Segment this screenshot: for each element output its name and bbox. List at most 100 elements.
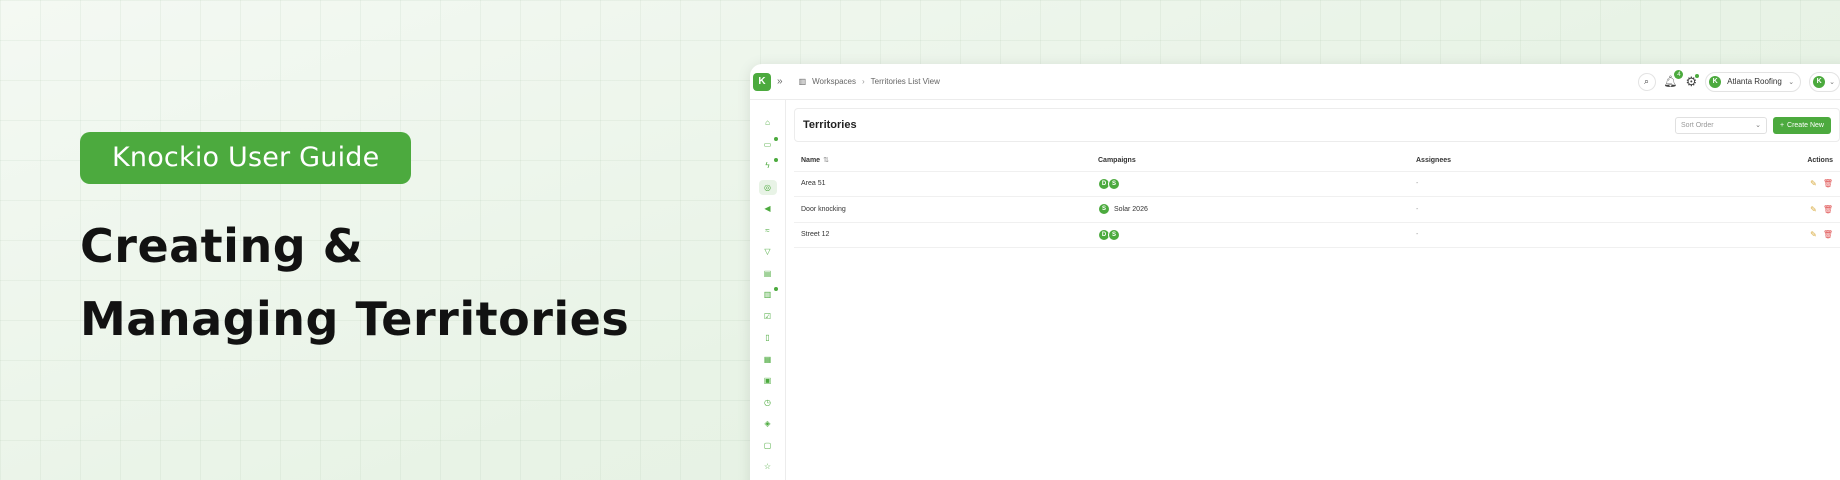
sidebar-item-calendar[interactable]: ▣: [759, 373, 777, 389]
territory-campaigns: S Solar 2026: [1091, 196, 1409, 223]
sort-order-select[interactable]: Sort Order ⌄: [1674, 116, 1767, 134]
delete-icon[interactable]: 🗑︎: [1823, 230, 1833, 239]
territory-name[interactable]: Area 51: [794, 171, 1091, 197]
breadcrumb-current: Territories List View: [870, 77, 940, 86]
app-window: K » ▥ Workspaces › Territories List View…: [750, 64, 1840, 480]
header-actions: Sort Order ⌄ + Create New: [1674, 116, 1831, 134]
sidebar-item-tasks[interactable]: ☑: [759, 309, 777, 325]
page-header: Territories Sort Order ⌄ + Create New: [794, 108, 1840, 142]
edit-icon[interactable]: ✎: [1810, 179, 1817, 188]
campaign-chip[interactable]: S: [1108, 177, 1120, 190]
sidebar-item-favorites[interactable]: ☆: [759, 459, 777, 475]
sidebar-item-reports[interactable]: ▥: [759, 287, 778, 303]
table-row[interactable]: Door knocking S Solar 2026 - ✎ 🗑︎: [794, 196, 1840, 223]
delete-icon[interactable]: 🗑︎: [1823, 205, 1833, 214]
breadcrumb-workspaces[interactable]: Workspaces: [812, 77, 856, 86]
filter-icon: ▽: [764, 247, 771, 257]
territories-table: Name ⇅ Campaigns Assignees Actions Area 5…: [794, 150, 1840, 248]
campaign-label: Solar 2026: [1114, 205, 1148, 213]
action-buttons: ✎ 🗑︎: [1810, 205, 1833, 214]
checkbox-icon: ☑: [763, 311, 772, 321]
column-header-campaigns: Campaigns: [1091, 150, 1409, 172]
bar-chart-icon: ▥: [763, 290, 772, 300]
search-icon: ⌕: [1643, 76, 1650, 86]
calendar-icon: ▣: [763, 376, 772, 386]
create-new-button[interactable]: + Create New: [1772, 116, 1831, 134]
campaign-chip[interactable]: S: [1108, 228, 1120, 241]
chevron-down-icon: ⌄: [1788, 78, 1795, 86]
sidebar-item-documents[interactable]: ▢: [759, 438, 777, 454]
territory-campaigns: DS: [1091, 171, 1409, 197]
sidebar-item-filters[interactable]: ▽: [759, 244, 777, 260]
campaign-chip[interactable]: S: [1098, 203, 1110, 216]
table-row[interactable]: Street 12 D S - ✎ 🗑︎: [794, 222, 1840, 248]
settings-indicator: [1695, 73, 1700, 78]
sidebar-item-inbox[interactable]: ▤: [759, 266, 777, 282]
indicator-dot: [773, 136, 778, 141]
home-icon: ⌂: [765, 118, 770, 128]
expand-sidebar-icon[interactable]: »: [777, 76, 783, 87]
sidebar-item-workspaces[interactable]: ▭: [759, 136, 778, 153]
headline-line-1: Creating &: [80, 219, 364, 273]
user-menu[interactable]: K ⌄: [1809, 71, 1840, 92]
chevron-down-icon: ⌄: [1755, 122, 1761, 129]
action-buttons: ✎ 🗑︎: [1810, 179, 1833, 188]
column-header-name[interactable]: Name ⇅: [794, 150, 1091, 172]
column-header-assignees: Assignees: [1409, 150, 1709, 172]
territory-assignees: -: [1409, 196, 1709, 223]
sort-icon[interactable]: ⇅: [823, 157, 829, 164]
breadcrumb: ▥ Workspaces › Territories List View: [799, 77, 940, 86]
sidebar-item-explore[interactable]: ◷: [759, 395, 777, 411]
main-content: Territories Sort Order ⌄ + Create New Na…: [794, 108, 1840, 480]
page-title: Territories: [803, 119, 857, 131]
compass-icon: ◷: [764, 397, 771, 407]
campaign-list: DS: [1098, 177, 1402, 190]
column-name-label: Name: [801, 157, 821, 165]
row-actions: ✎ 🗑︎: [1709, 222, 1840, 248]
territory-name[interactable]: Street 12: [794, 222, 1091, 248]
guide-badge: Knockio User Guide: [80, 132, 412, 184]
hero: Knockio User Guide Creating & Managing T…: [80, 132, 629, 356]
clipboard-icon: ▯: [765, 333, 770, 343]
delete-icon[interactable]: 🗑︎: [1823, 179, 1833, 188]
edit-icon[interactable]: ✎: [1810, 205, 1817, 214]
briefcase-icon: ▭: [763, 139, 772, 149]
sidebar-item-campaigns[interactable]: ◀: [759, 201, 777, 217]
sidebar-item-activity[interactable]: ϟ: [759, 158, 778, 174]
action-buttons: ✎ 🗑︎: [1810, 230, 1833, 239]
table-header-row: Name ⇅ Campaigns Assignees Actions: [794, 150, 1840, 172]
territory-campaigns: DS: [1091, 222, 1409, 248]
sidebar-item-apps[interactable]: ▦: [759, 352, 777, 368]
settings-button[interactable]: ⚙: [1685, 73, 1700, 90]
campaign-list: S Solar 2026: [1098, 203, 1402, 216]
territory-assignees: -: [1409, 222, 1709, 248]
app-logo[interactable]: K: [753, 72, 771, 91]
company-selector[interactable]: K Atlanta Roofing ⌄: [1705, 71, 1802, 92]
sidebar-item-notes[interactable]: ▯: [759, 330, 777, 346]
sort-order-placeholder: Sort Order: [1680, 121, 1714, 129]
search-button[interactable]: ⌕: [1637, 72, 1656, 91]
lightning-icon: ϟ: [765, 161, 770, 171]
company-name: Atlanta Roofing: [1727, 77, 1782, 86]
table-row[interactable]: Area 51 D S - ✎ 🗑︎: [794, 171, 1840, 197]
star-icon: ☆: [763, 462, 772, 472]
globe-icon: ◎: [764, 182, 771, 192]
sidebar-item-targets[interactable]: ◈: [759, 416, 777, 432]
create-new-label: Create New: [1787, 121, 1824, 129]
sidebar: ⌂ ▭ ϟ ◎ ◀ ≈ ▽ ▤ ▥ ☑ ▯ ▦ ▣ ◷ ◈ ▢ ☆: [750, 100, 786, 480]
edit-icon[interactable]: ✎: [1810, 230, 1817, 239]
indicator-dot: [773, 158, 778, 162]
megaphone-icon: ◀: [764, 204, 771, 214]
headline: Creating & Managing Territories: [80, 210, 629, 356]
target-icon: ◈: [764, 419, 771, 429]
sidebar-item-territories[interactable]: ◎: [758, 179, 777, 195]
chevron-right-icon: ›: [862, 77, 865, 86]
notification-count: 4: [1674, 70, 1684, 79]
notifications-button[interactable]: 🔔︎ 4: [1664, 70, 1684, 88]
avatar: K: [1813, 75, 1826, 88]
sidebar-item-deals[interactable]: ≈: [759, 223, 777, 239]
top-right-actions: ⌕ 🔔︎ 4 ⚙ K Atlanta Roofing ⌄ K ⌄: [1637, 70, 1840, 92]
sidebar-item-home[interactable]: ⌂: [759, 115, 777, 131]
territory-assignees: -: [1409, 171, 1709, 197]
territory-name[interactable]: Door knocking: [794, 196, 1091, 223]
